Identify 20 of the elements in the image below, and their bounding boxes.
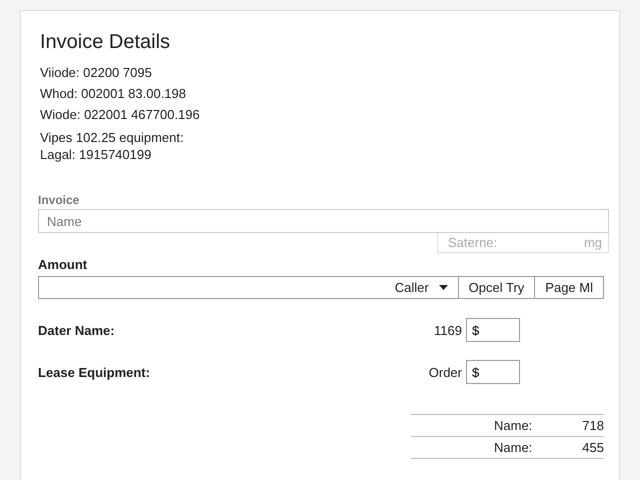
detail-line: Lagal: 1915740199	[40, 146, 152, 163]
field-prefix: Order	[428, 364, 462, 380]
input-field[interactable]: $	[466, 318, 520, 342]
field-label: Lease Equipment:	[38, 364, 151, 380]
detail-line: Whod: 002001 83.00.198	[40, 85, 188, 103]
summary-label: Name:	[494, 440, 532, 455]
input-field[interactable]: $	[466, 360, 520, 384]
summary-value: 718	[582, 418, 604, 433]
field-prefix: 1169	[434, 322, 462, 338]
summary-label: Name:	[494, 418, 532, 433]
detail-line: Vipes 102.25 equipment:	[40, 129, 185, 146]
caret-icon	[438, 285, 448, 290]
detail-line: Wiode: 022001 467700.196	[40, 106, 201, 124]
summary-value: 455	[582, 440, 604, 455]
section-label: Amount	[38, 257, 88, 272]
section-label: Invoice	[38, 193, 80, 207]
field-label: Dater Name:	[38, 322, 116, 338]
detail-line: Viiode: 02200 7095	[40, 64, 153, 82]
input-field[interactable]: Name	[38, 209, 609, 233]
page-title: Invoice Details	[40, 31, 172, 54]
